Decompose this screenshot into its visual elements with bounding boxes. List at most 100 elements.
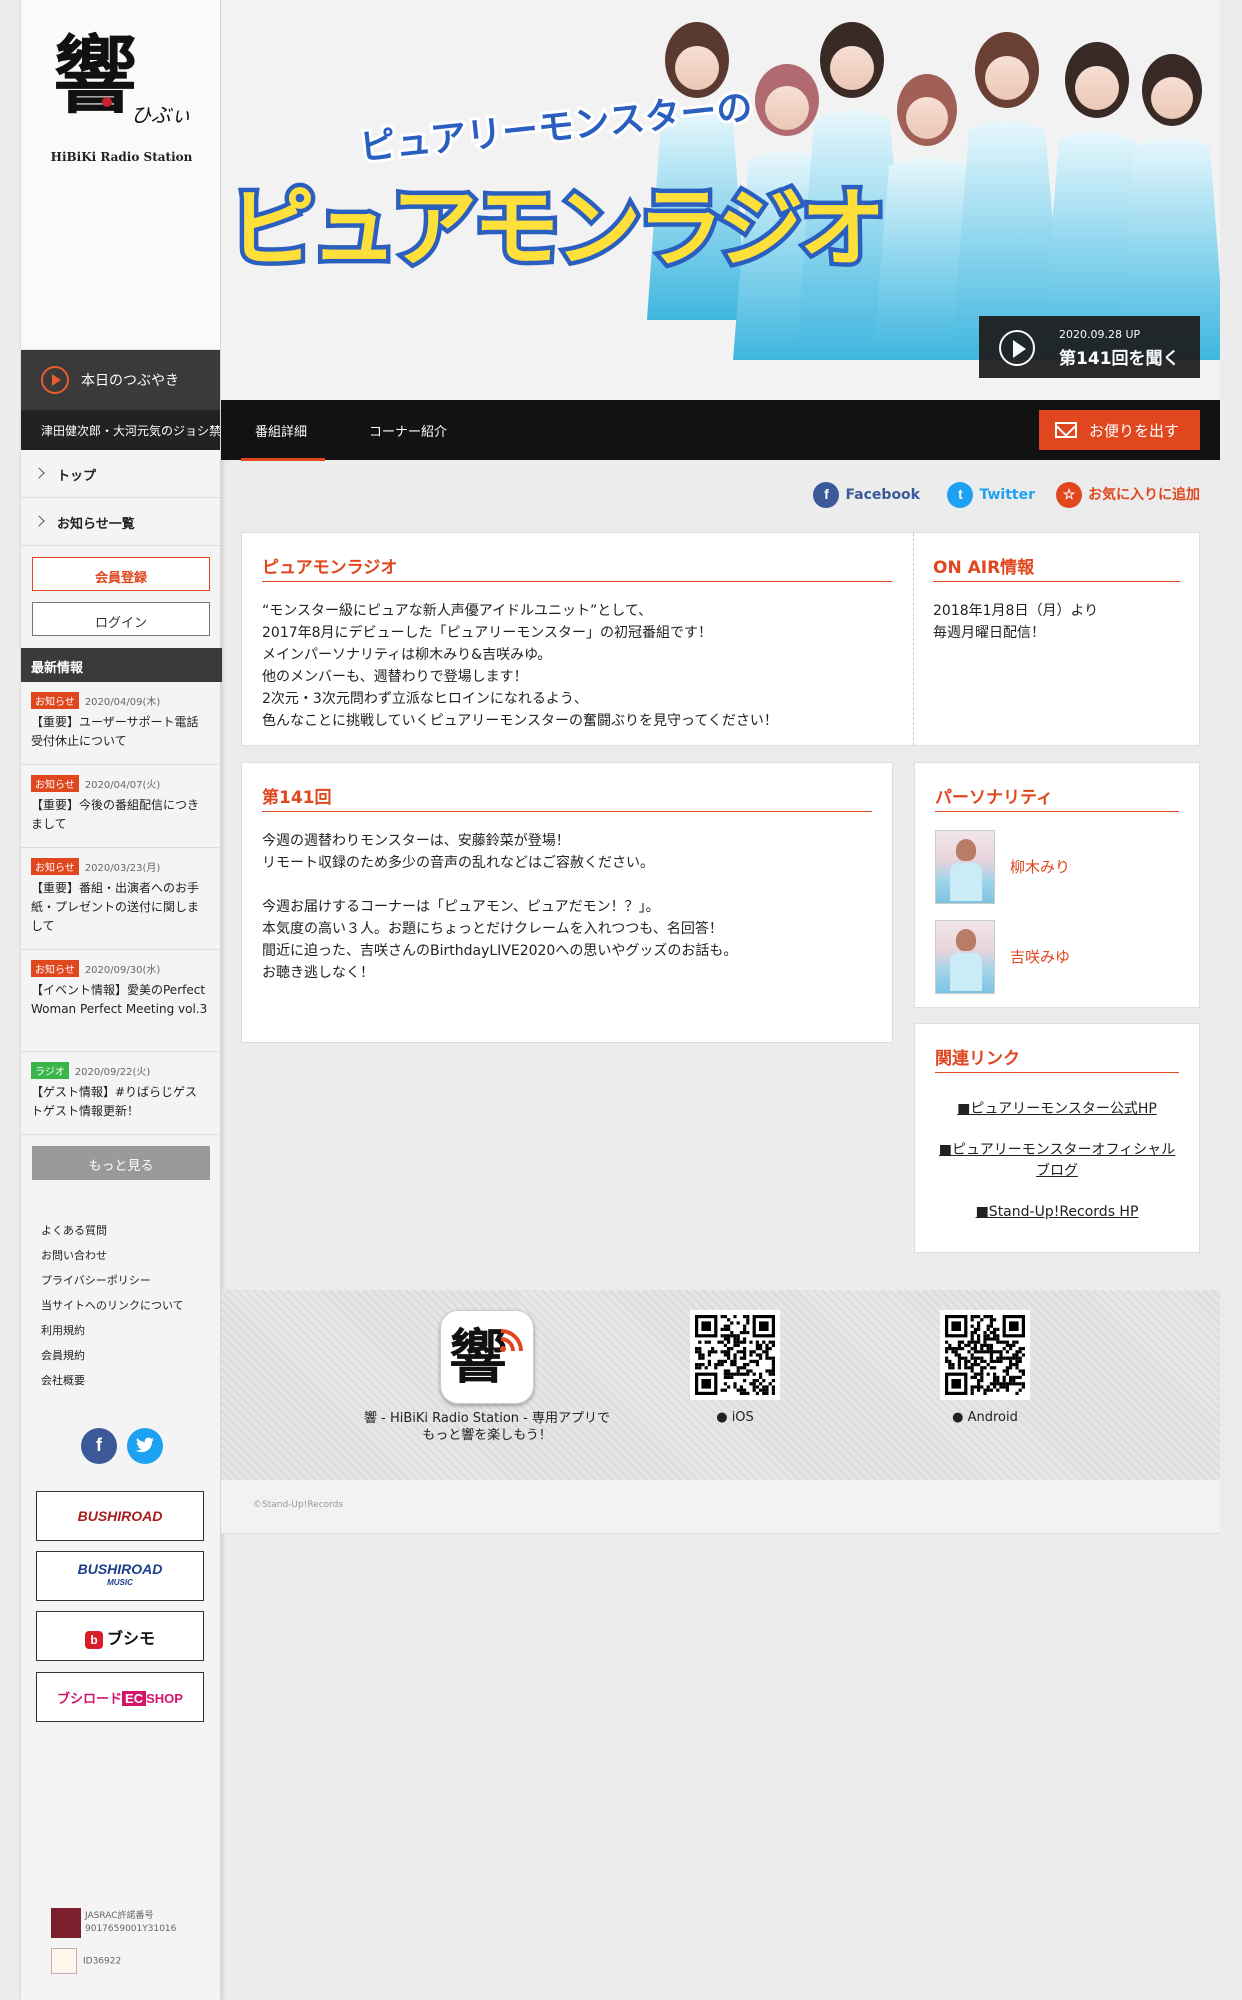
twitter-icon: t <box>947 482 974 508</box>
tab-corner-intro[interactable]: コーナー紹介 <box>369 421 447 440</box>
news-tag: お知らせ <box>31 775 79 792</box>
related-link[interactable]: ■Stand-Up!Records HP <box>935 1202 1179 1223</box>
apple-icon: ● <box>716 1410 732 1425</box>
related-heading: 関連リンク <box>935 1044 1179 1073</box>
personality-photo <box>935 920 995 994</box>
personality-item[interactable]: 柳木みり <box>935 830 1179 910</box>
news-date: 2020/04/07(火) <box>84 780 161 791</box>
main-content: ピュアリーモンスターの ピュアモンラジオ 2020.09.28 UP 第141回… <box>221 0 1220 2000</box>
news-item[interactable]: お知らせ 2020/09/30(水) 【イベント情報】愛美のPerfect Wom… <box>21 950 222 1052</box>
news-tag: お知らせ <box>31 858 79 875</box>
send-letter-label: お便りを出す <box>1089 422 1180 440</box>
footer-link-company[interactable]: 会社概要 <box>41 1372 211 1397</box>
related-link[interactable]: ■ピュアリーモンスター公式HP <box>935 1099 1179 1120</box>
ec-banner-main: ブシロード <box>57 1691 123 1706</box>
bushiroad-banner[interactable]: BUSHIROAD <box>36 1491 204 1541</box>
jasrac-label: JASRAC許諾番号 <box>85 1911 154 1921</box>
license-id: ID36922 <box>83 1956 122 1967</box>
jasrac-logo-icon <box>51 1908 81 1938</box>
bushiroad-ec-shop-banner[interactable]: ブシロード EC SHOP <box>36 1672 204 1722</box>
share-facebook[interactable]: f Facebook <box>813 482 920 508</box>
footer-link-member-terms[interactable]: 会員規約 <box>41 1347 211 1372</box>
ios-download-link[interactable]: ● iOS <box>690 1410 780 1425</box>
app-description: 響 - HiBiKi Radio Station - 専用アプリで もっと響を楽… <box>364 1411 610 1443</box>
personality-item[interactable]: 吉咲みゆ <box>935 920 1179 1000</box>
listen-date: 2020.09.28 UP <box>1059 328 1141 341</box>
news-item[interactable]: ラジオ 2020/09/22(火) 【ゲスト情報】#りばらじゲストゲスト情報更新！ <box>21 1052 222 1135</box>
related-link[interactable]: ■ピュアリーモンスターオフィシャルブログ <box>935 1140 1179 1182</box>
hibiki-logo-mark: 響 ひぶぃき <box>53 30 195 127</box>
program-description: “モンスター級にピュアな新人声優アイドルユニット”として、 2017年8月にデビ… <box>262 603 778 729</box>
sidebar-item-news[interactable]: お知らせ一覧 <box>21 498 220 546</box>
news-title: 【重要】今後の番組配信につきまして <box>31 798 200 831</box>
news-item[interactable]: お知らせ 2020/04/09(木) 【重要】ユーザーサポート電話受付休止について <box>21 682 222 765</box>
news-item[interactable]: お知らせ 2020/03/23(月) 【重要】番組・出演者へのお手紙・プレゼントの… <box>21 848 222 950</box>
program-info-panel: ピュアモンラジオ “モンスター級にピュアな新人声優アイドルユニット”として、 2… <box>241 532 1200 746</box>
tsubuyaki-ticker[interactable]: 津田健次郎・大河元気のジョシ禁 <box>21 410 220 450</box>
bushiroad-music-banner-text: BUSHIROAD <box>77 1561 163 1577</box>
share-facebook-label: Facebook <box>845 487 920 503</box>
bushimo-banner-text: ブシモ <box>106 1631 155 1648</box>
share-twitter-label: Twitter <box>979 487 1035 503</box>
footer-link-contact[interactable]: お問い合わせ <box>41 1247 211 1272</box>
register-button[interactable]: 会員登録 <box>32 557 210 591</box>
share-twitter[interactable]: t Twitter <box>947 482 1035 508</box>
footer-link-faq[interactable]: よくある質問 <box>41 1222 211 1247</box>
news-date: 2020/04/09(木) <box>84 697 161 708</box>
add-favorite[interactable]: ☆ お気に入りに追加 <box>1056 482 1200 508</box>
sidebar-social: f <box>81 1428 171 1464</box>
copyright: ©Stand-Up!Records <box>253 1500 344 1510</box>
related-links-panel: 関連リンク ■ピュアリーモンスター公式HP ■ピュアリーモンスターオフィシャルブ… <box>914 1023 1200 1253</box>
site-logo[interactable]: 響 ひぶぃき HiBiKi Radio Station <box>21 0 220 350</box>
tsubuyaki-button[interactable]: 本日のつぶやき <box>21 350 220 410</box>
svg-text:ひぶぃき: ひぶぃき <box>131 103 195 127</box>
more-news-button[interactable]: もっと見る <box>32 1146 210 1180</box>
news-item[interactable]: お知らせ 2020/04/07(火) 【重要】今後の番組配信につきまして <box>21 765 222 848</box>
play-icon <box>41 366 69 394</box>
android-icon: ● <box>952 1410 968 1425</box>
onair-text: 2018年1月8日（月）より 毎週月曜日配信！ <box>933 603 1099 641</box>
footer-link-terms[interactable]: 利用規約 <box>41 1322 211 1347</box>
listen-label: 第141回を聞く <box>1059 349 1180 369</box>
news-tag: お知らせ <box>31 960 79 977</box>
android-download-link[interactable]: ● Android <box>940 1410 1030 1425</box>
footer-link-privacy[interactable]: プライバシーポリシー <box>41 1272 211 1297</box>
news-tag: ラジオ <box>31 1062 69 1079</box>
bushiroad-music-banner-sub: MUSIC <box>107 1578 133 1587</box>
play-icon <box>999 330 1035 366</box>
app-promo: 響 響 - HiBiKi Radio Station - 専用アプリで もっと響… <box>221 1290 1220 1480</box>
tsubuyaki-label: 本日のつぶやき <box>81 373 179 389</box>
sidebar-footer-links: よくある質問 お問い合わせ プライバシーポリシー 当サイトへのリンクについて 利… <box>41 1222 211 1397</box>
facebook-icon: f <box>813 482 840 508</box>
sidebar: 響 ひぶぃき HiBiKi Radio Station 本日のつぶやき 津田健次… <box>20 0 222 2000</box>
facebook-icon[interactable]: f <box>81 1428 117 1464</box>
episode-description: 今週の週替わりモンスターは、安藤鈴菜が登場！ リモート収録のため多少の音声の乱れ… <box>262 833 738 981</box>
license-logo-icon <box>51 1948 77 1974</box>
news-title: 【イベント情報】愛美のPerfect Woman Perfect Meeting… <box>31 983 208 1016</box>
ec-banner-tail: SHOP <box>146 1691 183 1706</box>
twitter-icon[interactable] <box>127 1428 163 1464</box>
android-qr-code[interactable] <box>940 1310 1030 1400</box>
footer-link-linking[interactable]: 当サイトへのリンクについて <box>41 1297 211 1322</box>
svg-text:響: 響 <box>449 1323 507 1391</box>
add-favorite-label: お気に入りに追加 <box>1088 487 1200 503</box>
jasrac-number: 9017659001Y31016 <box>85 1924 177 1934</box>
hero-title: ピュアモンラジオ <box>229 179 882 279</box>
listen-latest-button[interactable]: 2020.09.28 UP 第141回を聞く <box>979 316 1200 378</box>
personality-panel: パーソナリティ 柳木みり 吉咲みゆ <box>914 762 1200 1008</box>
send-letter-button[interactable]: お便りを出す <box>1039 410 1200 450</box>
program-hero: ピュアリーモンスターの ピュアモンラジオ 2020.09.28 UP 第141回… <box>221 0 1220 400</box>
personality-name: 柳木みり <box>1010 858 1071 876</box>
program-title: ピュアモンラジオ <box>262 553 892 582</box>
bushiroad-music-banner[interactable]: BUSHIROAD MUSIC <box>36 1551 204 1601</box>
news-title: 【重要】番組・出演者へのお手紙・プレゼントの送付に関しまして <box>31 881 200 933</box>
news-date: 2020/03/23(月) <box>84 863 161 874</box>
sidebar-item-top[interactable]: トップ <box>21 450 220 498</box>
bushimo-banner[interactable]: b ブシモ <box>36 1611 204 1661</box>
news-title: 【重要】ユーザーサポート電話受付休止について <box>31 715 199 748</box>
app-icon[interactable]: 響 <box>440 1310 534 1404</box>
tab-program-detail[interactable]: 番組詳細 <box>240 421 326 461</box>
onair-heading: ON AIR情報 <box>933 553 1180 582</box>
login-button[interactable]: ログイン <box>32 602 210 636</box>
ios-qr-code[interactable] <box>690 1310 780 1400</box>
